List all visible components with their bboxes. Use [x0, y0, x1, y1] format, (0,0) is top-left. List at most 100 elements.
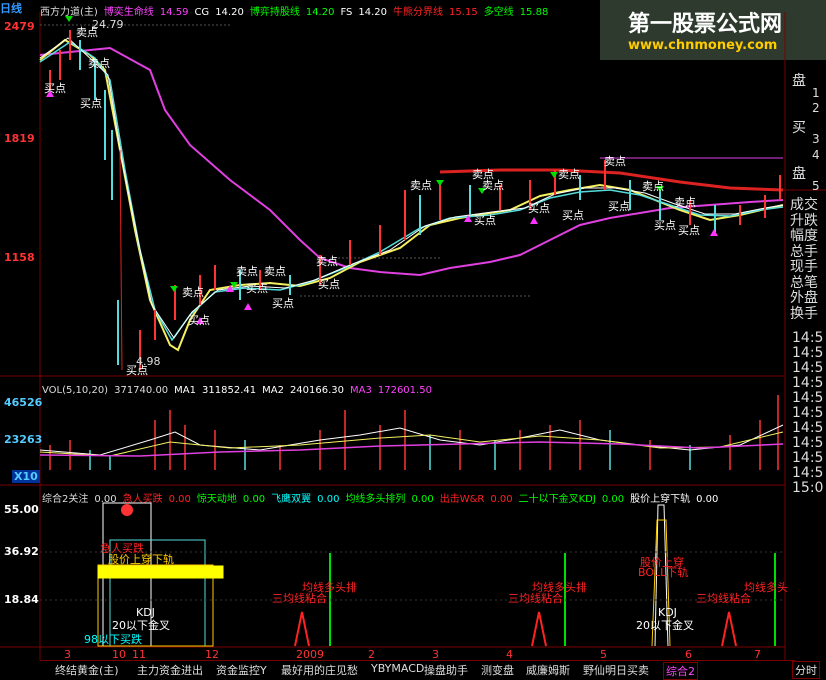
sell-label: 卖点 — [642, 180, 664, 193]
header-item: MA2 — [262, 385, 284, 396]
header-item: 惊天动地 — [196, 494, 237, 505]
tab-time-sharing[interactable]: 分时 — [792, 661, 820, 679]
vol-ma-white — [39, 424, 784, 456]
sell-marker — [65, 16, 73, 22]
header-item: 0.00 — [490, 494, 513, 505]
sell-label: 卖点 — [76, 26, 98, 39]
header-item: 0.00 — [94, 494, 117, 505]
header-item: 0.00 — [411, 494, 434, 505]
buy-label: 买点 — [318, 278, 340, 291]
right-panel-item: 14:5 — [792, 465, 824, 481]
right-panel-item: 5 — [812, 178, 820, 193]
sell-label: 卖点 — [316, 255, 338, 268]
header-item: 0.00 — [168, 494, 191, 505]
composite-signal-label: 均线多头 — [744, 581, 788, 594]
right-panel-item: 买 — [792, 119, 806, 136]
right-panel-item: 14:5 — [792, 450, 824, 466]
sell-label: 卖点 — [236, 265, 258, 278]
indicator-tab[interactable]: 综合2 — [663, 662, 698, 680]
composite-signal-label: 三均线粘合 — [272, 592, 327, 605]
composite-signal-label: 98以下买跌 — [84, 633, 142, 646]
sell-label: 卖点 — [182, 286, 204, 299]
header-item: 240166.30 — [289, 385, 345, 396]
composite-bars — [97, 502, 671, 647]
sell-marker — [550, 172, 558, 178]
sell-marker — [170, 286, 178, 292]
buy-marker — [530, 217, 538, 224]
header-item: MA3 — [350, 385, 372, 396]
buy-label: 买点 — [272, 297, 294, 310]
vol-ma-magenta — [39, 441, 784, 457]
right-panel-item: 14:5 — [792, 360, 824, 376]
header-item: 综合2关注 — [42, 494, 89, 505]
header-item: 出击W&R — [439, 494, 485, 505]
buy-label: 买点 — [608, 200, 630, 213]
buy-label: 买点 — [44, 82, 66, 95]
sell-marker — [436, 180, 444, 186]
buy-marker — [710, 229, 718, 236]
right-panel-item: 4 — [812, 147, 820, 162]
right-panel-item: 14:5 — [792, 435, 824, 451]
composite-signal-label: 20以下金叉 — [636, 619, 694, 632]
header-item: 371740.00 — [114, 385, 169, 396]
right-panel-item: 14:5 — [792, 420, 824, 436]
right-panel-item: 2 — [812, 101, 820, 115]
composite-header: 综合2关注 0.00 急人买跌 0.00 惊天动地 0.00 飞鹰双翼 0.00 均线多头排列 0… — [42, 487, 724, 506]
header-item: 0.00 — [242, 494, 266, 505]
volume-axis-top: 46526 — [4, 396, 43, 409]
volume-axis-unit[interactable]: X10 — [12, 470, 40, 483]
header-item: 311852.41 — [202, 385, 257, 396]
right-panel-item: 3 — [812, 132, 820, 146]
composite-axis-low: 18.84 — [4, 593, 39, 606]
buy-label: 买点 — [528, 202, 550, 215]
right-panel-item: 盘 — [792, 73, 806, 89]
sell-label: 卖点 — [264, 265, 286, 278]
header-item: 均线多头排列 — [345, 494, 406, 505]
composite-axis-top: 55.00 — [4, 503, 39, 516]
sell-label: 卖点 — [558, 168, 580, 181]
right-panel-item: 1 — [812, 85, 820, 100]
buy-label: 买点 — [562, 209, 584, 222]
composite-signal-label: 三均线粘合 — [508, 592, 563, 605]
indicator-tabs: 终结黄金(主) 主力资金进出 资金监控Y 最好用的庄见愁 YBYMACD 操盘助手 测变盘威… — [40, 660, 795, 680]
header-item: VOL(5,10,20) — [42, 385, 109, 396]
right-panel-item: 14:5 — [792, 330, 824, 346]
composite-axis-mid: 36.92 — [4, 545, 39, 558]
buy-label: 买点 — [246, 282, 268, 295]
buy-marker — [244, 303, 252, 310]
buy-label: 买点 — [654, 219, 676, 232]
sell-label: 卖点 — [604, 155, 626, 168]
header-item: 股价上穿下轨 — [630, 494, 691, 505]
header-item: 0.00 — [696, 494, 719, 505]
sell-label: 卖点 — [482, 179, 504, 192]
right-panel-item: 15:0 — [792, 480, 824, 496]
right-panel-item: 14:5 — [792, 405, 824, 421]
ma-long-line — [39, 46, 784, 277]
right-panel-item: 换手 — [790, 305, 818, 322]
header-item: MA1 — [174, 385, 197, 396]
volume-header: VOL(5,10,20) 371740.00 MA1 311852.41 MA2 2401… — [42, 378, 438, 397]
indicator-tab[interactable]: YBYMACD — [371, 662, 424, 675]
buy-label: 买点 — [474, 214, 496, 227]
volume-axis-mid: 23263 — [4, 433, 43, 446]
composite-signal-label: 股价上穿下轨 — [108, 553, 174, 566]
composite-signal-label: BOLL下轨 — [638, 566, 689, 579]
vol-ma-yellow — [39, 431, 784, 457]
buy-label: 买点 — [678, 224, 700, 237]
sell-markers — [65, 16, 664, 292]
buy-label: 买点 — [188, 314, 210, 327]
buy-label: 买点 — [80, 97, 102, 110]
sell-label: 卖点 — [674, 196, 696, 209]
header-item: 急人买跌 — [122, 494, 163, 505]
right-panel-item: 14:5 — [792, 375, 824, 391]
composite-signal-label: 三均线粘合 — [696, 592, 751, 605]
header-item: 172601.50 — [377, 385, 432, 396]
header-item: 飞鹰双翼 — [271, 494, 312, 505]
header-item: 0.00 — [601, 494, 625, 505]
header-item: 二十以下金叉KDJ — [518, 494, 596, 505]
sell-label: 卖点 — [410, 179, 432, 192]
chart-canvas[interactable] — [0, 0, 826, 676]
header-item: 0.00 — [317, 494, 340, 505]
buy-label: 买点 — [126, 364, 148, 377]
right-panel-item: 盘 — [792, 166, 806, 182]
